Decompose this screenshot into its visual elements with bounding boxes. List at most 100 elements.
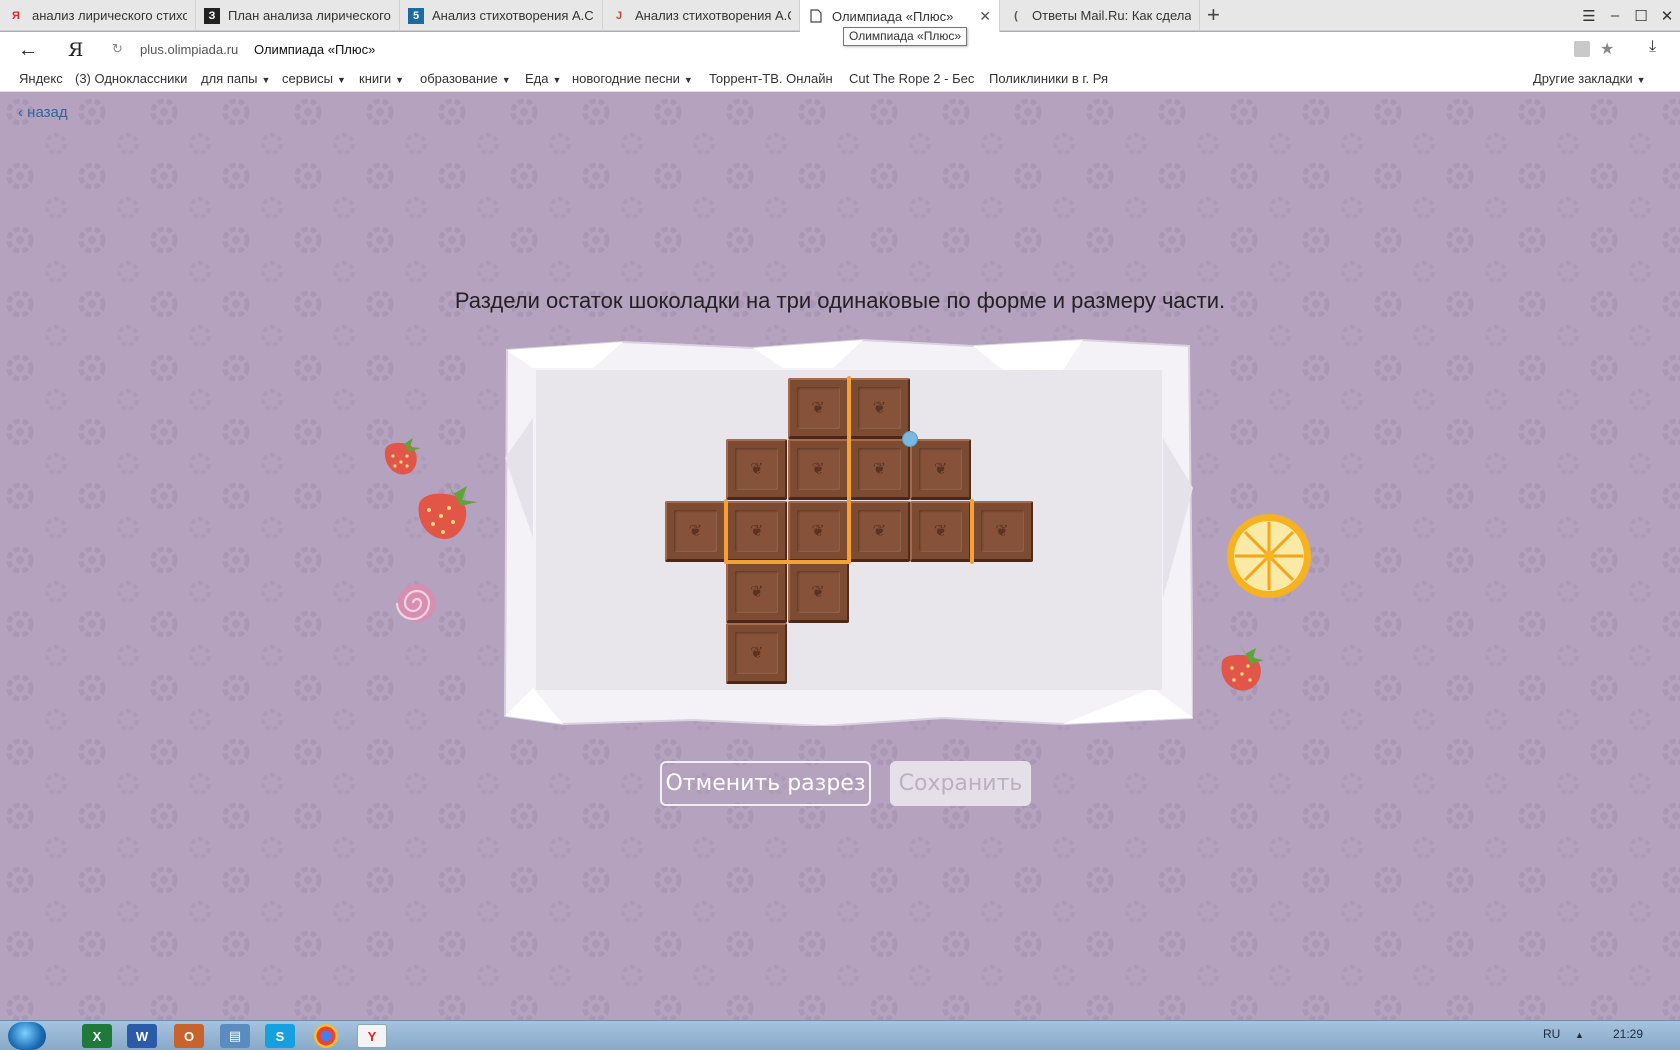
chocolate-piece-face: ❦ — [919, 448, 963, 491]
tab-strip: Я анализ лирического стихот З План анали… — [0, 0, 1680, 32]
leaf-emboss-icon: ❦ — [750, 522, 764, 540]
bookmark-star-icon[interactable]: ★ — [1600, 39, 1614, 59]
outlook-icon[interactable]: O — [174, 1024, 204, 1048]
cut-line[interactable] — [846, 376, 851, 564]
leaf-emboss-icon: ❦ — [872, 400, 887, 417]
chocolate-piece: ❦ — [726, 500, 788, 562]
chocolate-piece: ❦ — [848, 500, 910, 562]
chocolate-piece-face: ❦ — [857, 387, 901, 429]
maximize-icon[interactable]: ☐ — [1628, 7, 1654, 25]
chevron-down-icon: ▼ — [683, 75, 693, 85]
clock[interactable]: 21:29 — [1613, 1027, 1643, 1041]
tab-title: План анализа лирического — [228, 8, 391, 23]
chocolate-piece-face: ❦ — [919, 509, 963, 552]
bookmark-folder[interactable]: книги ▼ — [359, 71, 404, 86]
close-tab-icon[interactable]: ✕ — [979, 8, 991, 25]
address-bar: ← Я ↻ plus.olimpiada.ru Олимпиада «Плюс»… — [0, 32, 1680, 68]
leaf-emboss-icon: ❦ — [872, 522, 887, 540]
back-button[interactable]: ← — [18, 39, 38, 62]
chocolate-piece-face: ❦ — [674, 509, 717, 552]
start-button[interactable] — [8, 1022, 46, 1050]
browser-tab[interactable]: 5 Анализ стихотворения А.С. — [400, 0, 603, 31]
bookmark-item[interactable]: Торрент-ТВ. Онлайн — [709, 71, 833, 86]
yandex-browser-icon[interactable]: Y — [357, 1024, 387, 1048]
bookmark-folder[interactable]: для папы ▼ — [201, 71, 270, 86]
page-content: ‹ назад Раздели остаток шоколадки на три… — [0, 92, 1680, 1020]
site-favicon-icon: 5 — [408, 7, 424, 24]
tab-tooltip: Олимпиада «Плюс» — [843, 27, 968, 46]
chevron-left-icon: ‹ — [18, 104, 23, 121]
skype-icon[interactable]: S — [265, 1024, 295, 1048]
address-page-title[interactable]: Олимпиада «Плюс» — [254, 42, 375, 57]
close-window-icon[interactable]: ✕ — [1654, 7, 1680, 25]
other-bookmarks[interactable]: Другие закладки ▼ — [1533, 71, 1646, 86]
chocolate-piece-face: ❦ — [857, 448, 901, 491]
bookmark-folder[interactable]: Еда ▼ — [525, 71, 561, 86]
chocolate-piece-face: ❦ — [735, 632, 779, 675]
bookmarks-bar: Яндекс (3) Одноклассники для папы ▼ серви… — [0, 68, 1680, 92]
browser-tab[interactable]: З План анализа лирического — [196, 0, 400, 31]
tab-title: Олимпиада «Плюс» — [832, 8, 954, 24]
bookmark-folder[interactable]: образование ▼ — [420, 71, 511, 86]
chocolate-piece-face: ❦ — [857, 509, 901, 552]
chocolate-piece: ❦ — [787, 439, 849, 501]
strawberry-icon — [384, 436, 421, 475]
word-icon[interactable]: W — [127, 1024, 157, 1048]
bookmark-item[interactable]: Яндекс — [19, 71, 63, 86]
cut-line[interactable] — [724, 559, 851, 564]
new-tab-button[interactable]: + — [1207, 3, 1220, 27]
chocolate-piece-face: ❦ — [735, 448, 779, 491]
chevron-down-icon: ▼ — [261, 75, 271, 85]
orange-slice-icon — [1227, 514, 1311, 598]
leaf-emboss-icon: ❦ — [933, 461, 948, 479]
minimize-icon[interactable]: – — [1602, 7, 1628, 24]
yandex-logo[interactable]: Я — [68, 39, 83, 61]
back-link[interactable]: ‹ назад — [18, 104, 68, 121]
chocolate-piece-face: ❦ — [796, 448, 840, 491]
chevron-down-icon: ▼ — [336, 75, 346, 85]
chevron-down-icon: ▼ — [552, 75, 562, 85]
strawberry-icon — [418, 482, 477, 540]
bookmark-item[interactable]: (3) Одноклассники — [75, 71, 187, 86]
leaf-emboss-icon: ❦ — [811, 522, 825, 540]
bookmark-folder[interactable]: новогодние песни ▼ — [572, 71, 693, 86]
tab-title: анализ лирического стихот — [32, 8, 187, 23]
menu-icon[interactable]: ☰ — [1576, 7, 1602, 25]
protect-icon[interactable] — [1574, 41, 1590, 57]
chocolate-piece: ❦ — [787, 500, 849, 562]
chocolate-piece-face: ❦ — [735, 509, 779, 552]
bookmark-item[interactable]: Cut The Rope 2 - Бес — [849, 71, 974, 86]
candy-icon — [396, 584, 436, 622]
chocolate-piece: ❦ — [787, 561, 849, 623]
bookmark-item[interactable]: Поликлиники в г. Ря — [989, 71, 1115, 86]
browser-tab[interactable]: Ј Анализ стихотворения А.С. — [603, 0, 800, 31]
chrome-icon[interactable] — [314, 1024, 338, 1048]
cancel-cut-button[interactable]: Отменить разрез — [660, 761, 871, 806]
tray-expand-icon[interactable]: ▲ — [1575, 1030, 1584, 1040]
leaf-emboss-icon: ❦ — [811, 583, 825, 601]
tab-title: Анализ стихотворения А.С. — [432, 8, 594, 23]
windows-taskbar: X W O ▤ S Y RU ▲ 21:29 — [0, 1020, 1680, 1050]
cut-line[interactable] — [724, 498, 729, 564]
browser-tab[interactable]: Я анализ лирического стихот — [0, 0, 196, 31]
excel-icon[interactable]: X — [82, 1024, 112, 1048]
chocolate-piece-face: ❦ — [735, 570, 779, 613]
save-button[interactable]: Сохранить — [890, 761, 1031, 806]
tab-title: Анализ стихотворения А.С. — [635, 8, 791, 23]
task-instructions: Раздели остаток шоколадки на три одинако… — [454, 288, 1226, 313]
page-icon — [808, 8, 824, 24]
language-indicator[interactable]: RU — [1543, 1027, 1560, 1041]
leaf-emboss-icon: ❦ — [750, 583, 764, 601]
notepad-icon[interactable]: ▤ — [220, 1024, 250, 1048]
browser-tab[interactable]: ( Ответы Mail.Ru: Как сделать — [1000, 0, 1200, 31]
cut-line[interactable] — [969, 498, 974, 564]
reload-icon[interactable]: ↻ — [112, 41, 123, 57]
url-text[interactable]: plus.olimpiada.ru — [140, 42, 238, 57]
download-icon[interactable]: ⤓ — [1649, 38, 1656, 56]
chevron-down-icon: ▼ — [501, 75, 511, 85]
yandex-favicon-icon: Я — [12, 9, 20, 22]
chevron-down-icon: ▼ — [1636, 75, 1646, 85]
chocolate-piece: ❦ — [848, 439, 910, 501]
leaf-emboss-icon: ❦ — [872, 461, 887, 479]
bookmark-folder[interactable]: сервисы ▼ — [282, 71, 346, 86]
